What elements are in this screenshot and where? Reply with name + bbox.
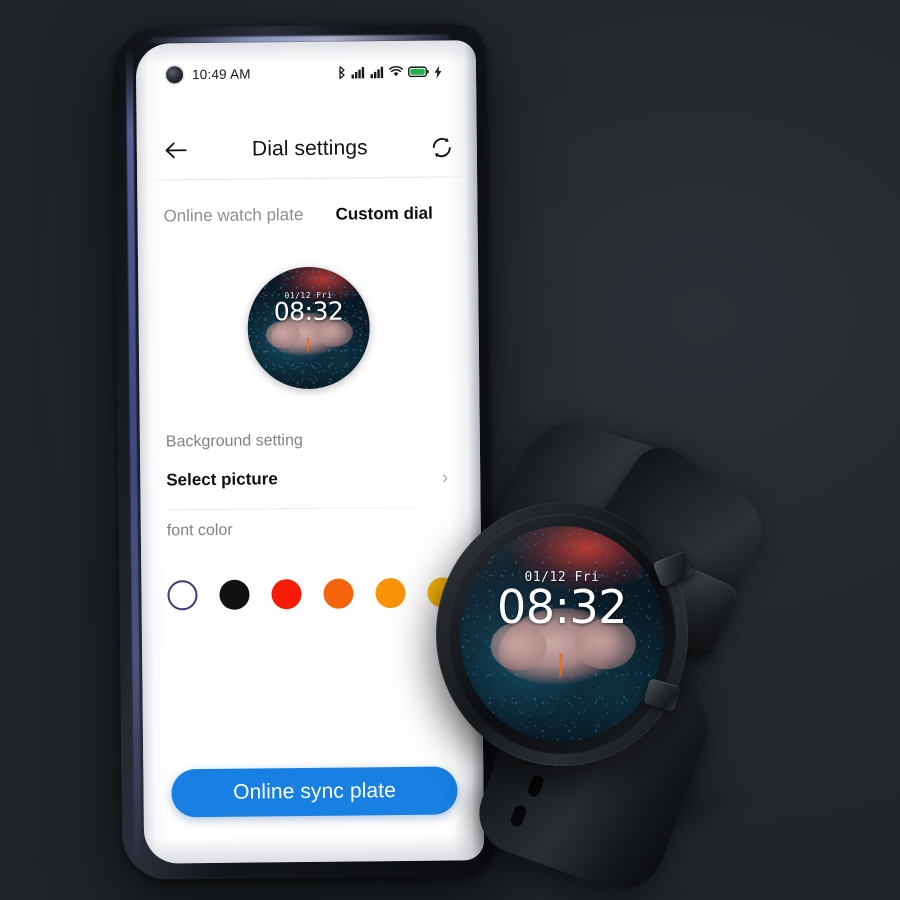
signal-bars-sim2-icon	[370, 66, 384, 79]
color-swatch-white[interactable]	[167, 580, 198, 611]
settings-rows: Background setting Select picture › font…	[140, 422, 481, 549]
tab-online-watch-plate[interactable]: Online watch plate	[163, 205, 303, 226]
watch-display[interactable]: 01/12 Fri 08:32	[460, 526, 664, 742]
signal-bars-sim1-icon	[351, 66, 365, 79]
tab-custom-dial[interactable]: Custom dial	[335, 204, 433, 225]
strap-hole	[526, 773, 546, 799]
status-bar-clock: 10:49 AM	[191, 66, 251, 82]
select-picture-label: Select picture	[166, 469, 278, 490]
strap-hole	[509, 803, 528, 829]
wifi-icon	[388, 65, 404, 77]
background-setting-label: Background setting	[165, 432, 303, 451]
app-bar: Dial settings	[137, 118, 478, 180]
smartwatch: 01/12 Fri 08:32	[432, 412, 792, 900]
bluetooth-icon	[339, 66, 345, 80]
back-button[interactable]	[161, 135, 191, 165]
status-bar-icons	[337, 65, 442, 80]
select-picture-row[interactable]: Select picture ›	[140, 456, 480, 502]
watch-case: 01/12 Fri 08:32	[436, 502, 688, 766]
online-sync-plate-button[interactable]: Online sync plate	[171, 766, 458, 818]
font-color-swatch-row-overflow	[142, 626, 482, 640]
dial-preview-container: 01/12 Fri 08:32	[138, 248, 480, 407]
back-arrow-icon	[165, 142, 187, 159]
color-swatch-orange[interactable]	[375, 577, 406, 609]
watch-face-artwork	[247, 265, 371, 390]
leaf-stem	[307, 338, 310, 354]
watch-face-time: 08:32	[496, 580, 628, 635]
section-divider	[166, 506, 455, 511]
sync-button[interactable]	[427, 132, 457, 162]
status-bar: 10:49 AM	[136, 56, 476, 90]
charging-bolt-icon	[434, 65, 442, 79]
preview-time: 08:32	[273, 297, 344, 327]
color-swatch-orange-red[interactable]	[323, 578, 354, 609]
leaf-stem	[559, 653, 563, 680]
font-color-label: font color	[166, 521, 233, 540]
battery-icon	[408, 66, 429, 78]
product-scene: 10:49 AM Dial settings Online watch plat…	[0, 0, 900, 900]
punch-hole-camera-icon	[165, 65, 184, 83]
dial-preview[interactable]: 01/12 Fri 08:32	[247, 265, 371, 390]
color-swatch-red[interactable]	[271, 579, 302, 610]
watch-face-artwork	[460, 526, 664, 742]
color-swatch-black[interactable]	[219, 579, 250, 610]
status-bar-left: 10:49 AM	[165, 65, 251, 83]
tab-bar: Online watch plate Custom dial	[137, 190, 477, 240]
sync-refresh-icon	[432, 137, 451, 158]
